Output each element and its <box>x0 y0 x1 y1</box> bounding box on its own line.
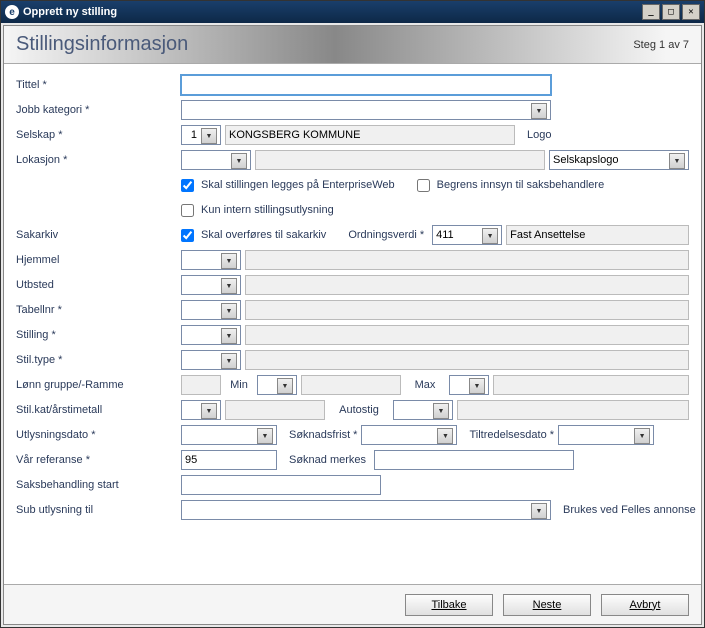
hjemmel-display <box>245 250 689 270</box>
intern-checkbox[interactable] <box>181 204 194 217</box>
sokfrist-select[interactable] <box>361 425 457 445</box>
neste-button[interactable]: Neste <box>503 594 591 616</box>
footer: Tilbake Neste Avbryt <box>4 584 701 624</box>
utlysdato-label: Utlysningsdato * <box>16 429 181 441</box>
stiltype-display <box>245 350 689 370</box>
avbryt-button[interactable]: Avbryt <box>601 594 689 616</box>
logo-select[interactable]: Selskapslogo <box>549 150 689 170</box>
logo-label: Logo <box>527 129 551 141</box>
page-header: Stillingsinformasjon Steg 1 av 7 <box>4 26 701 64</box>
sakarkiv-checkbox[interactable] <box>181 229 194 242</box>
max-display <box>493 375 689 395</box>
autostig-display <box>457 400 689 420</box>
begrens-label: Begrens innsyn til saksbehandlere <box>437 179 605 191</box>
stilling-display <box>245 325 689 345</box>
intern-label: Kun intern stillingsutlysning <box>201 204 334 216</box>
stilkat-display <box>225 400 325 420</box>
stiltype-label: Stil.type * <box>16 354 181 366</box>
autostig-select[interactable] <box>393 400 453 420</box>
subutlys-label: Sub utlysning til <box>16 504 181 516</box>
tiltred-label: Tiltredelsesdato * <box>469 429 554 441</box>
min-label: Min <box>225 379 253 391</box>
tilbake-button[interactable]: Tilbake <box>405 594 493 616</box>
sokmerk-input[interactable] <box>374 450 574 470</box>
max-select[interactable] <box>449 375 489 395</box>
stilling-label: Stilling * <box>16 329 181 341</box>
saksstart-label: Saksbehandling start <box>16 479 181 491</box>
subutlys-select[interactable] <box>181 500 551 520</box>
minimize-button[interactable]: _ <box>642 4 660 20</box>
close-button[interactable]: ✕ <box>682 4 700 20</box>
ordning-select[interactable]: 411 <box>432 225 502 245</box>
content: Stillingsinformasjon Steg 1 av 7 Tittel … <box>3 25 702 625</box>
brukes-label: Brukes ved Felles annonse <box>563 504 696 516</box>
utbsted-display <box>245 275 689 295</box>
selskap-label: Selskap * <box>16 129 181 141</box>
maximize-button[interactable]: □ <box>662 4 680 20</box>
max-label: Max <box>405 379 445 391</box>
selskap-name-display <box>225 125 515 145</box>
autostig-label: Autostig <box>329 404 389 416</box>
enterpriseweb-label: Skal stillingen legges på EnterpriseWeb <box>201 179 395 191</box>
begrens-checkbox[interactable] <box>417 179 430 192</box>
window-title: Opprett ny stilling <box>23 6 642 18</box>
tiltred-select[interactable] <box>558 425 654 445</box>
tabellnr-label: Tabellnr * <box>16 304 181 316</box>
selskap-num-select[interactable]: 1 <box>181 125 221 145</box>
tabellnr-display <box>245 300 689 320</box>
enterpriseweb-checkbox[interactable] <box>181 179 194 192</box>
varref-input[interactable] <box>181 450 277 470</box>
saksstart-input[interactable] <box>181 475 381 495</box>
tabellnr-select[interactable] <box>181 300 241 320</box>
jobbkat-select[interactable] <box>181 100 551 120</box>
tittel-label: Tittel * <box>16 79 181 91</box>
varref-label: Vår referanse * <box>16 454 181 466</box>
titlebar: e Opprett ny stilling _ □ ✕ <box>1 1 704 23</box>
sokmerk-label: Søknad merkes <box>289 454 366 466</box>
lokasjon-display <box>255 150 545 170</box>
utbsted-select[interactable] <box>181 275 241 295</box>
lokasjon-select[interactable] <box>181 150 251 170</box>
hjemmel-label: Hjemmel <box>16 254 181 266</box>
step-indicator: Steg 1 av 7 <box>633 39 689 51</box>
stilkat-label: Stil.kat/årstimetall <box>16 404 181 416</box>
min-display <box>301 375 401 395</box>
app-icon: e <box>5 5 19 19</box>
sokfrist-label: Søknadsfrist * <box>289 429 357 441</box>
min-select[interactable] <box>257 375 297 395</box>
ordning-display <box>506 225 689 245</box>
lonn-label: Lønn gruppe/-Ramme <box>16 379 181 391</box>
stilkat-select[interactable] <box>181 400 221 420</box>
jobbkat-label: Jobb kategori * <box>16 104 181 116</box>
utbsted-label: Utbsted <box>16 279 181 291</box>
utlysdato-select[interactable] <box>181 425 277 445</box>
sakarkiv-label: Sakarkiv <box>16 229 181 241</box>
form: Tittel * Jobb kategori * Selskap * 1 Log… <box>4 64 701 584</box>
stilling-select[interactable] <box>181 325 241 345</box>
tittel-input[interactable] <box>181 75 551 95</box>
lokasjon-label: Lokasjon * <box>16 154 181 166</box>
window: e Opprett ny stilling _ □ ✕ Stillingsinf… <box>0 0 705 628</box>
ordning-label: Ordningsverdi * <box>348 229 424 241</box>
hjemmel-select[interactable] <box>181 250 241 270</box>
lonn-code-input <box>181 375 221 395</box>
stiltype-select[interactable] <box>181 350 241 370</box>
sakarkiv-cb-label: Skal overføres til sakarkiv <box>201 229 326 241</box>
page-title: Stillingsinformasjon <box>16 33 633 56</box>
